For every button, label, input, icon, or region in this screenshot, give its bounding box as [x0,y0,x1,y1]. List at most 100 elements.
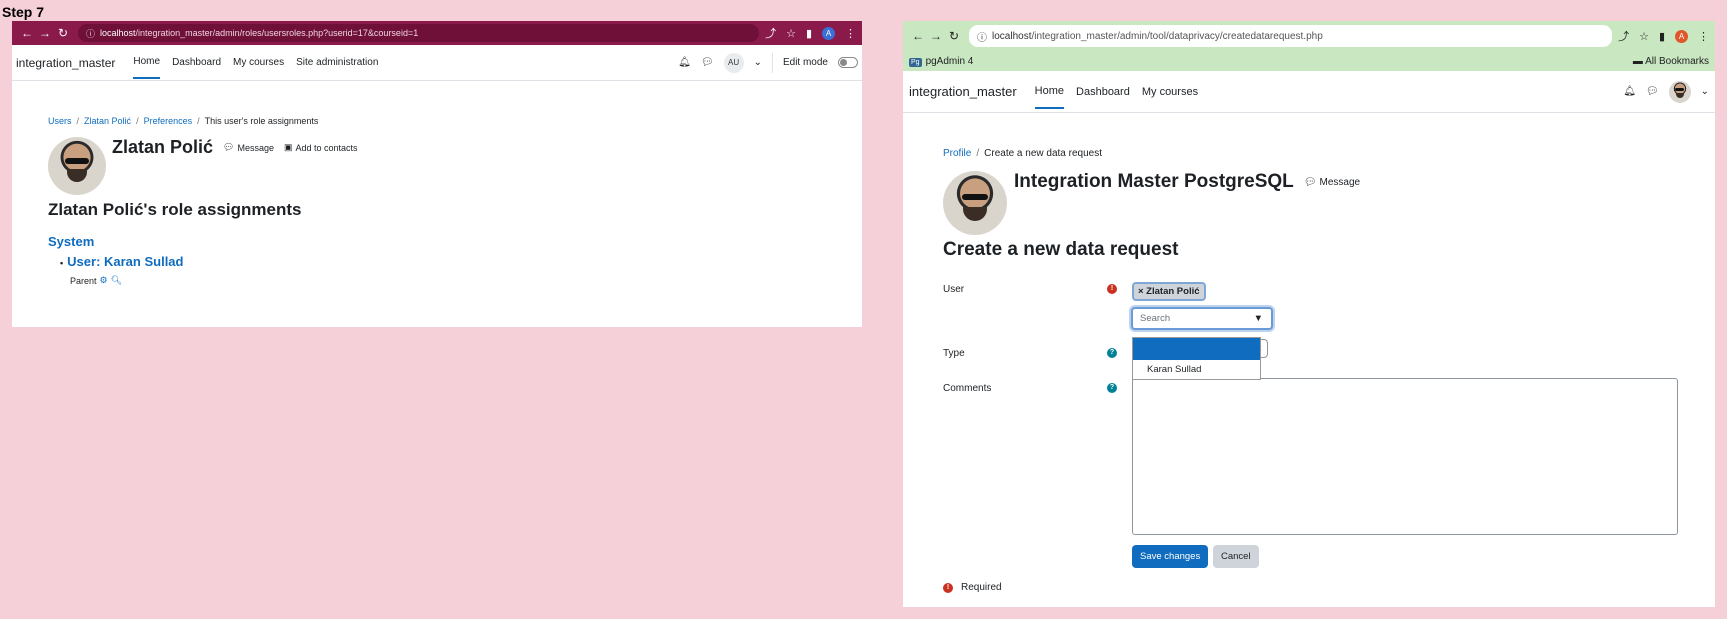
breadcrumb-users[interactable]: Users [48,116,72,126]
selected-user-chip[interactable]: × Zlatan Polić [1132,282,1206,301]
profile-name: Integration Master PostgreSQL [1014,171,1294,192]
user-menu-avatar[interactable]: AU [723,52,744,73]
back-icon[interactable]: ← [909,29,927,43]
browser-profile-avatar[interactable]: A [822,26,835,40]
dropdown-option-karan-sullad[interactable]: Karan Sullad [1133,360,1260,379]
page-heading: Create a new data request [943,239,1179,260]
message-button[interactable]: 💬︎ Message [1304,177,1360,188]
bookmarks-bar: Pg pgAdmin 4 ▬ All Bookmarks [903,51,1715,71]
sidepanel-icon[interactable]: ▮ [806,27,812,40]
url-path: /integration_master/admin/tool/datapriva… [1031,30,1323,42]
browser-profile-avatar[interactable]: A [1675,29,1688,43]
nav-my-courses[interactable]: My courses [1142,76,1198,108]
type-field-label: Type [943,348,965,359]
share-icon[interactable]: ⤴ [765,25,776,41]
all-bookmarks-label: All Bookmarks [1645,55,1709,67]
profile-name: Zlatan Polić [112,137,214,157]
profile-avatar [48,137,106,195]
info-icon: ⓘ [977,32,987,44]
edit-mode-toggle[interactable] [838,57,858,68]
breadcrumb-preferences[interactable]: Preferences [144,116,193,126]
user-field-label: User [943,284,965,295]
comments-field-label: Comments [943,383,992,394]
url-path: /integration_master/admin/roles/usersrol… [135,28,419,38]
cancel-button[interactable]: Cancel [1213,545,1259,568]
nav-dashboard[interactable]: Dashboard [1076,76,1130,108]
site-name[interactable]: integration_master [16,56,115,70]
all-bookmarks[interactable]: ▬ All Bookmarks [1633,56,1709,67]
divider [771,52,773,73]
breadcrumb: Profile / Create a new data request [943,148,1102,159]
star-icon[interactable]: ☆ [786,27,796,40]
info-icon: ⓘ [86,28,96,39]
reload-icon[interactable]: ↻ [945,29,963,43]
search-icon[interactable]: 🔍︎ [111,275,122,286]
address-bar[interactable]: ⓘ localhost /integration_master/admin/ro… [78,24,760,42]
moodle-navbar: integration_master Home Dashboard My cou… [903,71,1715,113]
site-name[interactable]: integration_master [909,84,1017,99]
bookmark-pgadmin[interactable]: Pg pgAdmin 4 [909,56,973,67]
context-heading-system[interactable]: System [48,234,94,249]
breadcrumb-user[interactable]: Zlatan Polić [84,116,131,126]
nav-site-administration[interactable]: Site administration [296,47,378,78]
browser-toolbar: ← → ↻ ⓘ localhost /integration_master/ad… [12,21,862,45]
chat-icon[interactable]: 💬︎ [701,57,714,68]
reload-icon[interactable]: ↻ [54,26,72,40]
chat-icon[interactable]: 💬︎ [1646,86,1659,97]
add-to-contacts-button[interactable]: ▣ Add to contacts [284,142,358,153]
assignment-link[interactable]: User: Karan Sullad [67,254,183,269]
required-icon: ! [943,582,953,593]
required-icon: ! [1107,284,1117,294]
left-browser-window: ← → ↻ ⓘ localhost /integration_master/ad… [12,21,862,327]
star-icon[interactable]: ☆ [1639,30,1649,43]
breadcrumb-profile[interactable]: Profile [943,148,971,159]
nav-my-courses[interactable]: My courses [233,47,284,78]
message-button[interactable]: 💬︎ Message [223,142,274,153]
nav-home[interactable]: Home [133,46,161,79]
bullet: • [60,258,64,268]
save-changes-button[interactable]: Save changes [1132,545,1209,568]
right-browser-window: ← → ↻ ⓘ localhost /integration_master/ad… [903,21,1715,607]
forward-icon[interactable]: → [927,29,945,43]
url-host: localhost [992,30,1032,42]
nav-home[interactable]: Home [1034,75,1065,109]
kebab-menu-icon[interactable]: ⋮ [845,27,856,40]
chevron-down-icon[interactable]: ⌄ [754,57,762,68]
kebab-menu-icon[interactable]: ⋮ [1698,30,1709,43]
required-note: Required [961,582,1002,593]
bookmark-pgadmin-label: pgAdmin 4 [925,55,974,67]
breadcrumb: Users / Zlatan Polić / Preferences / This user… [48,116,319,126]
breadcrumb-current: Create a new data request [984,148,1102,159]
dropdown-arrow-icon[interactable]: ▼ [1254,313,1263,324]
folder-icon: ▬ [1632,55,1646,67]
back-icon[interactable]: ← [18,26,36,40]
message-label: Message [1319,176,1361,188]
forward-icon[interactable]: → [36,26,54,40]
address-bar[interactable]: ⓘ localhost /integration_master/admin/to… [969,25,1613,47]
url-host: localhost [100,28,136,38]
bell-icon[interactable]: 🔔︎ [1623,86,1636,97]
profile-avatar [943,171,1007,235]
nav-dashboard[interactable]: Dashboard [172,47,221,78]
breadcrumb-current: This user's role assignments [204,116,319,126]
browser-toolbar: ← → ↻ ⓘ localhost /integration_master/ad… [903,21,1715,51]
search-placeholder: Search [1140,313,1171,324]
role-name: Parent [70,275,97,286]
moodle-navbar: integration_master Home Dashboard My cou… [12,45,862,81]
edit-mode-label: Edit mode [782,57,828,68]
comments-textarea[interactable] [1132,378,1678,535]
bell-icon[interactable]: 🔔︎ [678,57,691,68]
user-search-input[interactable]: Search ▼ [1131,307,1273,330]
help-icon[interactable]: ? [1107,383,1117,393]
contact-card-icon: ▣ [284,142,293,152]
help-icon[interactable]: ? [1107,348,1117,358]
dropdown-highlighted-option[interactable] [1133,338,1260,360]
page-heading: Zlatan Polić's role assignments [48,200,302,219]
sidepanel-icon[interactable]: ▮ [1659,30,1665,43]
gear-icon[interactable]: ⚙ [100,275,108,286]
user-menu-avatar[interactable] [1668,80,1691,103]
share-icon[interactable]: ⤴ [1618,28,1629,44]
add-contacts-label: Add to contacts [295,142,358,153]
chevron-down-icon[interactable]: ⌄ [1701,86,1709,97]
user-dropdown-list: Karan Sullad [1132,337,1261,380]
